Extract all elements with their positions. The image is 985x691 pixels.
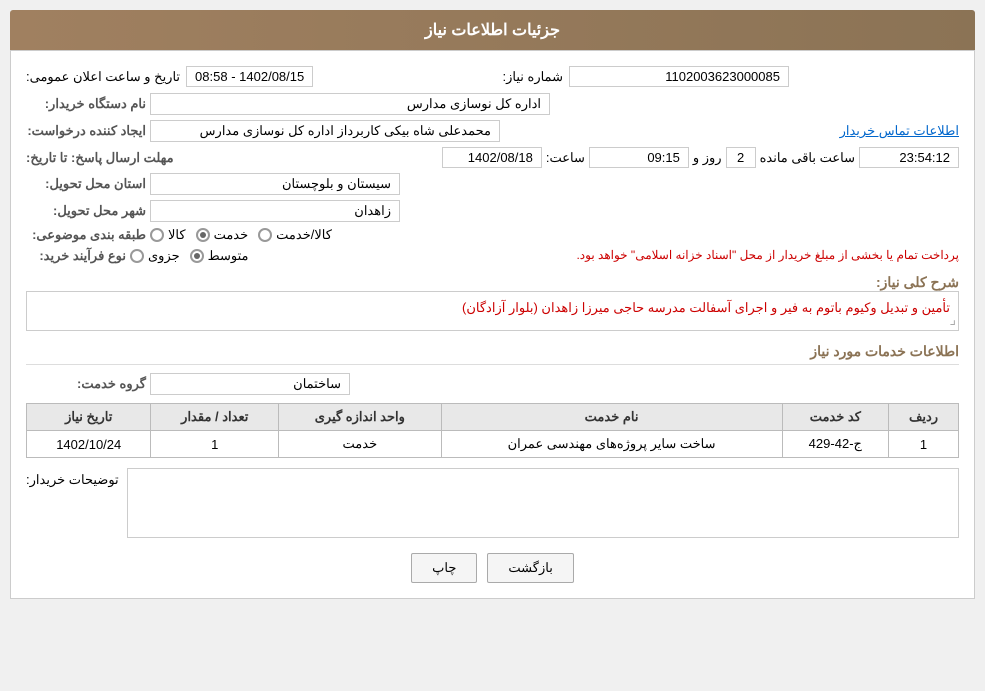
buyer-notes-textarea[interactable] [127,468,959,538]
purchase-jozvi-radio[interactable] [130,249,144,263]
table-cell-date: 1402/10/24 [27,431,151,458]
row-need-number-date: 1102003623000085 شماره نیاز: 1402/08/15 … [26,66,959,87]
category-label: طبقه بندی موضوعی: [26,227,146,243]
table-cell-quantity: 1 [151,431,279,458]
table-cell-code: ج-42-429 [782,431,888,458]
category-kala-khadamat-radio[interactable] [258,228,272,242]
col-header-name: نام خدمت [441,404,782,431]
org-name-label: نام دستگاه خریدار: [26,96,146,112]
purchase-mottasat-label: متوسط [208,248,249,264]
category-kala-khadamat-item[interactable]: کالا/خدمت [258,227,332,243]
page-title: جزئیات اطلاعات نیاز [425,22,560,39]
org-name-value: اداره کل نوسازی مدارس [150,93,550,115]
table-cell-row: 1 [889,431,959,458]
category-khadamat-item[interactable]: خدمت [196,227,249,243]
category-kala-item[interactable]: کالا [150,227,186,243]
table-cell-name: ساخت سایر پروژه‌های مهندسی عمران [441,431,782,458]
page-wrapper: جزئیات اطلاعات نیاز 1102003623000085 شما… [0,0,985,691]
creator-link[interactable]: اطلاعات تماس خریدار [840,123,959,139]
buyer-notes-label: توضیحات خریدار: [26,468,119,488]
deadline-date: 1402/08/18 [442,147,542,168]
need-description-value: تأمین و تبدیل وکیوم باتوم به فیر و اجرای… [462,300,950,315]
row-purchase-type: پرداخت تمام یا بخشی از مبلغ خریدار از مح… [26,248,959,264]
purchase-mottasat-item[interactable]: متوسط [190,248,249,264]
category-kala-label: کالا [168,227,186,243]
deadline-label: مهلت ارسال پاسخ: تا تاریخ: [26,150,174,166]
row-service-group: ساختمان گروه خدمت: [26,373,959,395]
category-khadamat-radio[interactable] [196,228,210,242]
purchase-jozvi-label: جزوی [148,248,180,264]
date-value: 1402/08/15 - 08:58 [186,66,313,87]
purchase-jozvi-item[interactable]: جزوی [130,248,180,264]
row-org-name: اداره کل نوسازی مدارس نام دستگاه خریدار: [26,93,959,115]
row-creator: اطلاعات تماس خریدار محمدعلی شاه بیکی کار… [26,120,959,142]
col-header-unit: واحد اندازه گیری [279,404,441,431]
need-number-value: 1102003623000085 [569,66,789,87]
services-table-header-row: ردیف کد خدمت نام خدمت واحد اندازه گیری ت… [27,404,959,431]
category-khadamat-label: خدمت [214,227,249,243]
col-header-date: تاریخ نیاز [27,404,151,431]
page-header: جزئیات اطلاعات نیاز [10,10,975,50]
back-button[interactable]: بازگشت [487,553,573,583]
deadline-days-label: روز و [693,150,722,166]
deadline-remaining-label: ساعت باقی مانده [760,150,855,166]
services-section-title: اطلاعات خدمات مورد نیاز [26,343,959,365]
col-header-qty: تعداد / مقدار [151,404,279,431]
creator-label: ایجاد کننده درخواست: [26,123,146,139]
deadline-remaining: 23:54:12 [859,147,959,168]
deadline-days: 2 [726,147,756,168]
category-radio-group: کالا/خدمت خدمت کالا [150,227,332,243]
col-header-code: کد خدمت [782,404,888,431]
city-label: شهر محل تحویل: [26,203,146,219]
creator-value: محمدعلی شاه بیکی کاربرداز اداره کل نوساز… [150,120,500,142]
purchase-type-label: نوع فرآیند خرید: [26,248,126,264]
table-cell-unit: خدمت [279,431,441,458]
main-content: 1102003623000085 شماره نیاز: 1402/08/15 … [10,50,975,599]
purchase-description: پرداخت تمام یا بخشی از مبلغ خریدار از مح… [263,248,959,262]
purchase-mottasat-radio[interactable] [190,249,204,263]
need-description-box: تأمین و تبدیل وکیوم باتوم به فیر و اجرای… [26,291,959,331]
col-header-row: ردیف [889,404,959,431]
services-section: اطلاعات خدمات مورد نیاز ساختمان گروه خدم… [26,343,959,458]
deadline-time-label: ساعت: [546,150,585,166]
services-table-body: 1ج-42-429ساخت سایر پروژه‌های مهندسی عمرا… [27,431,959,458]
row-deadline: 23:54:12 ساعت باقی مانده 2 روز و 09:15 س… [26,147,959,168]
resize-handle-icon: ⌟ [949,311,956,328]
deadline-time: 09:15 [589,147,689,168]
service-group-value: ساختمان [150,373,350,395]
city-value: زاهدان [150,200,400,222]
services-table-head: ردیف کد خدمت نام خدمت واحد اندازه گیری ت… [27,404,959,431]
buyer-notes-section: توضیحات خریدار: [26,468,959,538]
need-description-section: شرح کلی نیاز: تأمین و تبدیل وکیوم باتوم … [26,274,959,331]
print-button[interactable]: چاپ [411,553,477,583]
col-need-number: 1102003623000085 شماره نیاز: [503,66,960,87]
bottom-buttons: بازگشت چاپ [26,553,959,583]
services-table: ردیف کد خدمت نام خدمت واحد اندازه گیری ت… [26,403,959,458]
category-kala-khadamat-label: کالا/خدمت [276,227,332,243]
service-group-label: گروه خدمت: [26,376,146,392]
table-row: 1ج-42-429ساخت سایر پروژه‌های مهندسی عمرا… [27,431,959,458]
col-date: 1402/08/15 - 08:58 تاریخ و ساعت اعلان عم… [26,66,483,87]
province-label: استان محل تحویل: [26,176,146,192]
row-city: زاهدان شهر محل تحویل: [26,200,959,222]
category-kala-radio[interactable] [150,228,164,242]
purchase-radio-group: متوسط جزوی [130,248,249,264]
row-province: سیستان و بلوچستان استان محل تحویل: [26,173,959,195]
province-value: سیستان و بلوچستان [150,173,400,195]
date-label: تاریخ و ساعت اعلان عمومی: [26,69,180,85]
need-number-label: شماره نیاز: [503,69,563,85]
row-category: کالا/خدمت خدمت کالا طبقه بندی موضوعی: [26,227,959,243]
